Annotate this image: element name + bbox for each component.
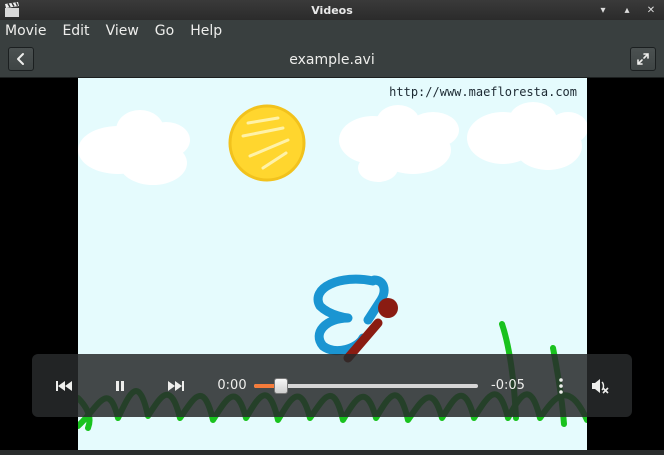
window-titlebar: Videos ▾ ▴ ✕ [0, 0, 664, 20]
menu-go[interactable]: Go [155, 23, 174, 39]
next-button[interactable] [162, 354, 190, 417]
go-previous-icon [17, 53, 24, 65]
audio-volume-muted-icon [592, 378, 609, 394]
skip-backward-icon [56, 380, 72, 391]
cloud-middle [339, 105, 459, 182]
video-watermark: http://www.maefloresta.com [389, 85, 577, 99]
skip-forward-icon [168, 380, 184, 391]
window-bottom-edge [0, 450, 664, 455]
cloud-right [467, 102, 587, 170]
menu-movie[interactable]: Movie [5, 23, 46, 39]
menu-help[interactable]: Help [190, 23, 222, 39]
menubar: Movie Edit View Go Help [0, 20, 664, 42]
volume-button[interactable] [588, 354, 612, 417]
vertical-ellipsis-icon [559, 377, 563, 394]
video-title: example.avi [289, 51, 375, 68]
menu-edit[interactable]: Edit [62, 23, 89, 39]
elapsed-time: 0:00 [217, 378, 247, 393]
remaining-time: -0:05 [491, 378, 525, 393]
window-controls: ▾ ▴ ✕ [596, 2, 658, 18]
headerbar: example.avi [0, 42, 664, 78]
maximize-button[interactable]: ▴ [620, 2, 634, 18]
cloud-left [78, 110, 190, 185]
previous-button[interactable] [50, 354, 78, 417]
pause-button[interactable] [106, 354, 134, 417]
minimize-button[interactable]: ▾ [596, 2, 610, 18]
close-button[interactable]: ✕ [644, 2, 658, 18]
clapperboard-icon [5, 2, 19, 17]
seek-bar[interactable] [254, 378, 478, 394]
menu-view[interactable]: View [106, 23, 139, 39]
fullscreen-button[interactable] [630, 47, 656, 71]
window-title: Videos [311, 3, 353, 17]
view-fullscreen-icon [637, 53, 649, 65]
back-button[interactable] [8, 47, 34, 71]
pause-icon [116, 380, 124, 391]
more-options-button[interactable] [552, 354, 570, 417]
seek-handle[interactable] [273, 378, 288, 394]
playback-controls: 0:00 -0:05 [32, 354, 632, 417]
